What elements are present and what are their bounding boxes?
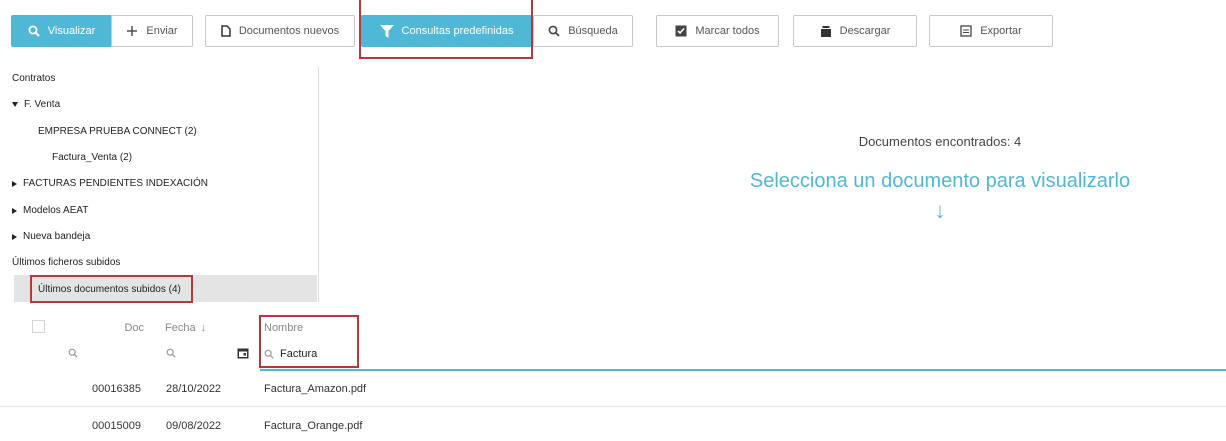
tree-item-contratos[interactable]: Contratos <box>12 73 55 84</box>
column-header-doc[interactable]: Doc <box>118 322 144 334</box>
tree-item-label: EMPRESA PRUEBA CONNECT (2) <box>38 126 197 137</box>
caret-right-icon[interactable] <box>12 180 17 187</box>
enviar-button[interactable]: Enviar <box>111 15 193 47</box>
caret-right-icon[interactable] <box>12 207 17 214</box>
calendar-icon[interactable] <box>237 347 249 359</box>
enviar-label: Enviar <box>146 25 178 37</box>
tree-item-label: Contratos <box>12 73 56 84</box>
visualizar-label: Visualizar <box>47 25 96 37</box>
marcar-todos-label: Marcar todos <box>695 25 760 37</box>
fecha-label: Fecha <box>165 322 196 334</box>
row-divider <box>0 406 1226 407</box>
caret-right-icon[interactable] <box>12 233 17 240</box>
tree-item-label: Nueva bandeja <box>23 231 91 242</box>
doc-cell: 00015009 <box>92 420 141 432</box>
busqueda-label: Búsqueda <box>568 25 618 37</box>
descargar-button[interactable]: Descargar <box>793 15 917 47</box>
fecha-filter-search-icon[interactable] <box>166 348 176 358</box>
visualizar-button[interactable]: Visualizar <box>11 15 112 47</box>
tree-item-label: F. Venta <box>24 99 61 110</box>
tree-divider <box>318 67 319 302</box>
export-icon <box>960 25 972 37</box>
tree-item-nueva-bandeja[interactable]: Nueva bandeja <box>12 231 90 242</box>
exportar-button[interactable]: Exportar <box>929 15 1053 47</box>
select-all-checkbox[interactable] <box>32 320 45 333</box>
select-document-prompt: Selecciona un documento para visualizarl… <box>749 170 1131 192</box>
tree-item-facturas-pendientes[interactable]: FACTURAS PENDIENTES INDEXACIÓN <box>12 178 208 189</box>
descargar-label: Descargar <box>839 25 891 37</box>
documentos-nuevos-button[interactable]: Documentos nuevos <box>205 15 355 47</box>
highlight-ultimos-documentos <box>30 275 193 303</box>
exportar-label: Exportar <box>980 25 1022 37</box>
down-arrow-icon: ↓ <box>934 198 946 223</box>
column-header-fecha[interactable]: Fecha ↓ <box>165 322 206 334</box>
plus-icon <box>127 26 138 36</box>
tree-item-f-venta[interactable]: F. Venta <box>12 99 60 110</box>
caret-down-icon[interactable] <box>12 102 18 107</box>
search-icon <box>548 25 560 37</box>
tree-item-label: FACTURAS PENDIENTES INDEXACIÓN <box>23 178 209 189</box>
highlight-nombre-filter <box>259 315 359 368</box>
search-icon <box>28 25 40 37</box>
document-icon <box>221 25 231 37</box>
documents-found-text: Documentos encontrados: 4 <box>858 134 1022 149</box>
busqueda-button[interactable]: Búsqueda <box>533 15 633 47</box>
tree-item-ultimos-ficheros[interactable]: Últimos ficheros subidos <box>12 257 120 268</box>
highlight-consultas <box>359 0 533 59</box>
fecha-cell: 28/10/2022 <box>166 383 222 395</box>
sort-down-icon[interactable]: ↓ <box>201 322 207 334</box>
nombre-filter-input[interactable]: Factura <box>260 343 1226 371</box>
doc-cell: 00016385 <box>92 383 141 395</box>
download-icon <box>820 25 831 37</box>
fecha-cell: 09/08/2022 <box>166 420 222 432</box>
tree-item-factura-venta[interactable]: Factura_Venta (2) <box>52 152 132 163</box>
tree-item-empresa-prueba[interactable]: EMPRESA PRUEBA CONNECT (2) <box>38 126 197 137</box>
tree-item-label: Modelos AEAT <box>23 205 89 216</box>
tree-item-modelos-aeat[interactable]: Modelos AEAT <box>12 205 88 216</box>
nombre-cell: Factura_Amazon.pdf <box>264 383 367 395</box>
marcar-todos-button[interactable]: Marcar todos <box>656 15 779 47</box>
checkbox-checked-icon <box>675 25 687 37</box>
documentos-nuevos-label: Documentos nuevos <box>238 25 340 37</box>
tree-item-label: Últimos ficheros subidos <box>12 257 121 268</box>
tree-item-label: Factura_Venta (2) <box>52 152 133 163</box>
nombre-cell: Factura_Orange.pdf <box>264 420 363 432</box>
doc-filter-search-icon[interactable] <box>68 348 78 358</box>
